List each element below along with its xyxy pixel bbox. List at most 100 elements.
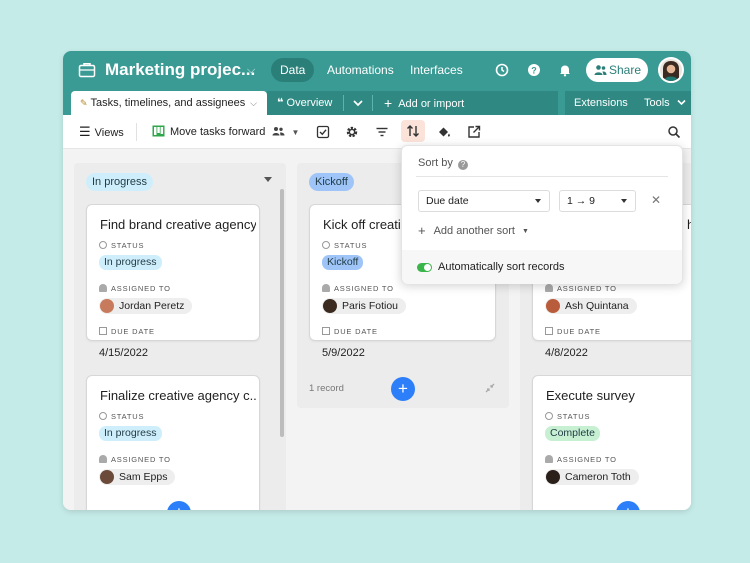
kanban-icon	[152, 125, 165, 137]
status-icon	[545, 412, 553, 420]
tab-data[interactable]: Data	[271, 58, 315, 82]
filter-icon[interactable]	[374, 124, 390, 140]
history-icon[interactable]	[494, 62, 510, 78]
card-title: Find brand creative agency	[100, 217, 256, 232]
add-sort-button[interactable]: + Add another sort ▼	[418, 223, 529, 238]
status-field-label: STATUS	[99, 241, 144, 250]
divider	[416, 176, 668, 177]
extensions-button[interactable]: Extensions	[574, 91, 628, 115]
help-icon[interactable]: ?	[457, 160, 468, 170]
chevron-down-icon[interactable]: ⌵	[247, 64, 255, 77]
status-field-label: STATUS	[322, 241, 367, 250]
collapse-icon[interactable]	[485, 383, 495, 393]
sort-popover: Sort by ? Due date 1 → 9 ✕ + Add another …	[401, 145, 683, 284]
add-import-label: Add or import	[398, 98, 465, 110]
record-card[interactable]: Find brand creative agency STATUS In pro…	[86, 204, 260, 359]
divider	[372, 95, 373, 111]
auto-sort-label: Automatically sort records	[438, 261, 565, 273]
add-record-button[interactable]: +	[391, 377, 415, 401]
sort-field-select[interactable]: Due date	[418, 190, 550, 212]
status-icon	[322, 241, 330, 249]
assigned-field-label: ASSIGNED TO	[99, 455, 171, 464]
views-button[interactable]: ☰ Views	[79, 124, 124, 140]
share-view-icon[interactable]	[466, 124, 482, 140]
chevron-down-icon[interactable]: ⌵	[250, 91, 257, 115]
share-label: Share	[609, 63, 642, 77]
tab-automations[interactable]: Automations	[318, 58, 403, 82]
column-scrollbar[interactable]	[280, 189, 284, 437]
avatar	[546, 299, 560, 313]
auto-sort-toggle[interactable]	[417, 263, 432, 272]
table-tab-tasks[interactable]: ✎ Tasks, timelines, and assignees ⌵	[71, 91, 267, 115]
paint-bucket-icon[interactable]	[436, 124, 452, 140]
caret-down-icon[interactable]	[264, 177, 272, 182]
due-date-value: 5/9/2022	[322, 347, 365, 359]
assigned-field-label: ASSIGNED TO	[545, 284, 617, 293]
chevron-down-icon	[677, 99, 686, 106]
view-switcher[interactable]: Move tasks forward ▼	[152, 124, 299, 140]
person-icon	[99, 455, 107, 463]
sort-button[interactable]	[401, 120, 425, 142]
due-date-value: 4/15/2022	[99, 347, 148, 359]
record-card[interactable]: Execute survey STATUS Complete ASSIGNED …	[532, 375, 691, 510]
share-button[interactable]: Share	[586, 58, 648, 82]
status-field-label: STATUS	[545, 412, 590, 421]
person-icon	[322, 284, 330, 292]
calendar-icon	[322, 327, 330, 335]
person-icon	[545, 455, 553, 463]
base-title[interactable]: Marketing projec...	[105, 60, 255, 80]
add-import-button[interactable]: + Add or import	[384, 91, 464, 115]
avatar	[546, 470, 560, 484]
person-icon	[545, 284, 553, 292]
caret-down-icon	[621, 199, 627, 203]
sort-field-value: Due date	[426, 195, 469, 207]
help-icon[interactable]: ?	[526, 62, 542, 78]
overview-tab[interactable]: ❝ Overview	[277, 91, 332, 115]
gear-icon[interactable]	[344, 124, 360, 140]
tools-button[interactable]: Tools	[644, 91, 686, 115]
sort-title: Sort by ?	[418, 157, 468, 170]
plus-icon: +	[384, 95, 393, 111]
record-card[interactable]: Finalize creative agency c... STATUS In …	[86, 375, 260, 510]
kanban-column-in-progress: In progress Find brand creative agency S…	[74, 163, 286, 510]
calendar-icon	[99, 327, 107, 335]
person-icon	[99, 284, 107, 292]
record-count: 1 record	[309, 383, 344, 394]
search-icon[interactable]	[666, 124, 682, 140]
briefcase-icon	[78, 63, 96, 78]
status-field-label: STATUS	[99, 412, 144, 421]
note-icon: ✎	[80, 98, 88, 108]
divider	[136, 123, 137, 141]
user-avatar[interactable]	[658, 57, 684, 83]
due-date-field-label: DUE DATE	[99, 327, 155, 336]
assignee-chip: Paris Fotiou	[322, 298, 407, 314]
column-header[interactable]: Kickoff	[309, 173, 354, 191]
close-icon[interactable]: ✕	[651, 193, 661, 207]
hide-fields-icon[interactable]	[315, 124, 331, 140]
column-header[interactable]: In progress	[86, 173, 154, 191]
chevron-down-icon[interactable]	[353, 99, 363, 107]
menu-icon: ☰	[79, 124, 91, 139]
overview-label: Overview	[286, 97, 333, 109]
status-icon	[99, 412, 107, 420]
users-icon	[594, 65, 607, 75]
status-badge: Kickoff	[322, 255, 364, 270]
avatar	[100, 470, 114, 484]
sort-direction-select[interactable]: 1 → 9	[559, 190, 636, 212]
status-badge: Complete	[545, 426, 600, 441]
table-tab-label: Tasks, timelines, and assignees	[90, 97, 246, 109]
table-tabs-bar: ✎ Tasks, timelines, and assignees ⌵ ❝ Ove…	[63, 91, 691, 115]
assignee-chip: Cameron Toth	[545, 469, 639, 485]
bell-icon[interactable]	[557, 62, 573, 78]
due-date-value: 4/8/2022	[545, 347, 588, 359]
assigned-field-label: ASSIGNED TO	[322, 284, 394, 293]
users-icon	[272, 127, 285, 136]
sort-icon	[407, 125, 419, 137]
chevron-down-icon: ▼	[291, 128, 300, 137]
svg-text:?: ?	[531, 66, 537, 76]
sort-direction-value: 1 → 9	[567, 195, 596, 207]
card-title: Finalize creative agency c...	[100, 388, 256, 403]
avatar	[323, 299, 337, 313]
quote-icon: ❝	[277, 97, 284, 109]
tab-interfaces[interactable]: Interfaces	[401, 58, 472, 82]
